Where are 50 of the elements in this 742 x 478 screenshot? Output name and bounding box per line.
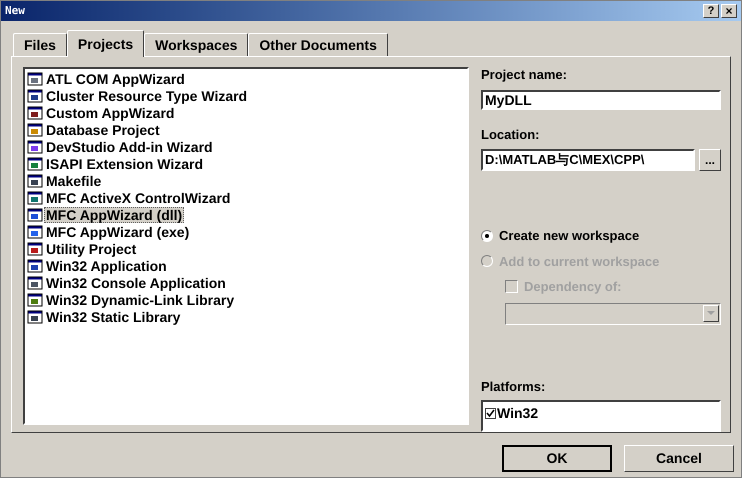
radio-label: Create new workspace (499, 227, 640, 245)
project-icon (27, 156, 43, 172)
platform-label: Win32 (497, 404, 538, 423)
dialog-button[interactable]: OK (502, 445, 612, 472)
project-type-item[interactable]: DevStudio Add-in Wizard (44, 138, 215, 154)
project-name-label: Project name: (481, 66, 568, 84)
project-type-item[interactable]: MFC AppWizard (exe) (44, 224, 192, 240)
project-icon (27, 240, 43, 256)
project-type-item[interactable]: Database Project (44, 122, 162, 138)
close-button[interactable]: × (721, 4, 737, 18)
tab[interactable]: Workspaces (144, 33, 248, 56)
dialog-button[interactable]: Cancel (624, 445, 734, 472)
project-icon (27, 308, 43, 324)
project-icon (27, 104, 43, 120)
project-icon (27, 172, 43, 188)
tab[interactable]: Other Documents (248, 33, 388, 56)
project-icon (27, 70, 43, 86)
project-type-item[interactable]: Win32 Application (44, 258, 169, 274)
platforms-label: Platforms: (481, 378, 546, 396)
platform-checkbox[interactable] (485, 408, 496, 419)
project-icon (27, 206, 43, 222)
project-icon (27, 224, 43, 240)
project-icon (27, 258, 43, 274)
project-name-field[interactable]: MyDLL (481, 90, 721, 110)
project-type-item[interactable]: Custom AppWizard (44, 104, 176, 120)
location-field[interactable]: D:\MATLAB与C\MEX\CPP\ (481, 149, 695, 171)
project-type-item[interactable]: MFC AppWizard (dll) (44, 206, 184, 222)
project-type-item[interactable]: Makefile (44, 172, 104, 188)
window-title: New (5, 2, 26, 19)
project-type-item[interactable]: ISAPI Extension Wizard (44, 156, 206, 172)
radio-button[interactable] (481, 230, 493, 242)
project-icon (27, 138, 43, 154)
project-icon (27, 122, 43, 138)
project-icon (27, 274, 43, 290)
project-icon (27, 292, 43, 308)
project-icon (27, 190, 43, 206)
dependency-dropdown[interactable] (505, 302, 721, 324)
tab[interactable]: Files (13, 33, 67, 56)
location-label: Location: (481, 126, 540, 144)
project-type-item[interactable]: Win32 Console Application (44, 274, 228, 290)
project-type-item[interactable]: Utility Project (44, 240, 138, 256)
project-type-item[interactable]: Win32 Dynamic-Link Library (44, 292, 236, 308)
project-icon (27, 88, 43, 104)
project-type-item[interactable]: Cluster Resource Type Wizard (44, 88, 250, 104)
help-button[interactable]: ? (703, 4, 719, 18)
project-type-item[interactable]: Win32 Static Library (44, 308, 182, 324)
project-type-item[interactable]: MFC ActiveX ControlWizard (44, 190, 232, 206)
browse-button[interactable]: ... (699, 149, 721, 171)
project-type-item[interactable]: ATL COM AppWizard (44, 70, 187, 86)
tab[interactable]: Projects (66, 30, 144, 57)
